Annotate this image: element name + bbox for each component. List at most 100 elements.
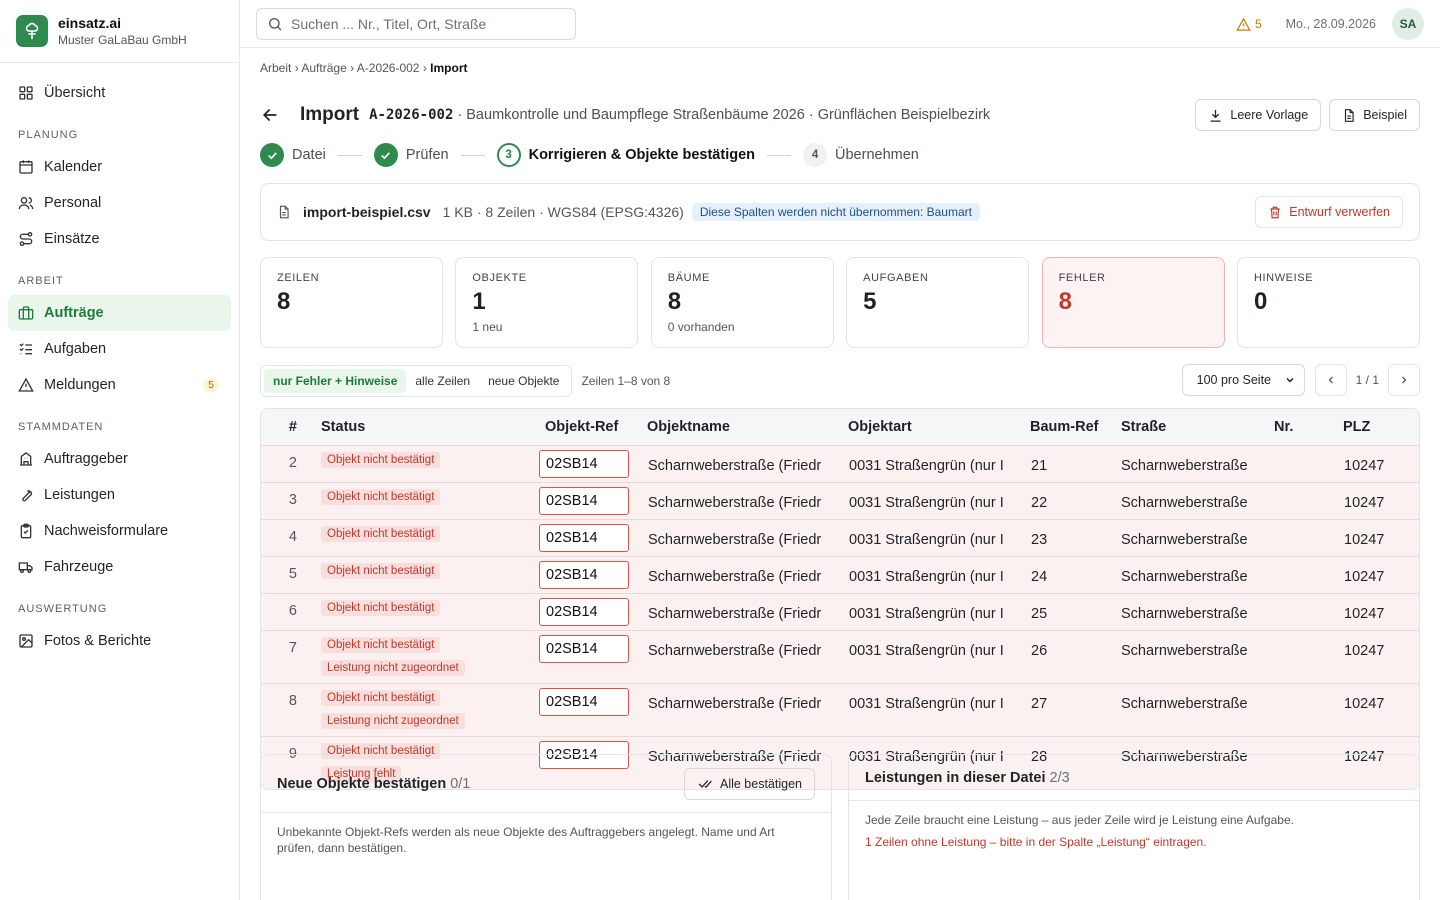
order-ref: A-2026-002 — [369, 107, 454, 123]
col-header-name[interactable]: Objektname — [641, 409, 842, 445]
object-name-cell: Scharnweberstraße (Friedr — [641, 481, 842, 519]
sidebar-item-clients[interactable]: Auftraggeber — [8, 441, 231, 477]
tree-logo-icon — [16, 15, 48, 47]
warnings-indicator[interactable]: 5 — [1236, 17, 1262, 32]
next-page-button[interactable] — [1388, 364, 1420, 396]
stat-errors: FEHLER 8 — [1041, 257, 1225, 348]
rows-info: Zeilen 1–8 von 8 — [581, 374, 671, 388]
wrench-icon — [18, 487, 33, 502]
step-number: 3 — [496, 143, 521, 167]
breadcrumb-work[interactable]: Arbeit — [260, 61, 291, 75]
plz-cell: 10247 — [1343, 444, 1419, 482]
sidebar-item-overview[interactable]: Übersicht — [8, 75, 231, 111]
breadcrumb-orders[interactable]: Aufträge — [301, 61, 346, 75]
empty-template-button[interactable]: Leere Vorlage — [1195, 99, 1322, 131]
stat-sub: 1 neu — [472, 320, 503, 334]
tree-ref-cell: 24 — [1024, 555, 1119, 593]
status-badge: Objekt nicht bestätigt — [321, 525, 441, 542]
panel-title: Neue Objekte bestätigen — [277, 775, 447, 792]
breadcrumb-separator: › — [350, 61, 355, 75]
table-row[interactable]: 7 Objekt nicht bestätigt Leistung nicht zu… — [261, 629, 1419, 683]
brand[interactable]: einsatz.ai Muster GaLaBau GmbH — [0, 0, 239, 63]
chevron-down-icon — [1286, 377, 1294, 383]
stat-rows: ZEILEN 8 — [260, 257, 443, 348]
object-name-cell: Scharnweberstraße (Friedr — [641, 682, 842, 736]
sidebar-item-orders[interactable]: Aufträge — [8, 295, 231, 331]
street-cell: Scharnweberstraße — [1119, 518, 1272, 556]
status-badge: Leistung nicht zugeordnet — [321, 712, 465, 729]
object-ref-input[interactable] — [539, 486, 629, 515]
row-number: 7 — [261, 629, 313, 683]
avatar[interactable]: SA — [1392, 8, 1424, 40]
step-label: Übernehmen — [835, 147, 919, 163]
table-row[interactable]: 8 Objekt nicht bestätigt Leistung nicht zu… — [261, 682, 1419, 736]
sidebar-item-calendar[interactable]: Kalender — [8, 149, 231, 185]
example-label: Beispiel — [1363, 108, 1407, 122]
building-icon — [20, 452, 32, 466]
sidebar-item-label: Fahrzeuge — [44, 559, 114, 575]
search-input[interactable] — [291, 15, 561, 32]
table-row[interactable]: 2 Objekt nicht bestätigt Scharnweberstraße… — [261, 444, 1419, 482]
col-header-plz[interactable]: PLZ — [1343, 409, 1419, 445]
bottom-panels: Neue Objekte bestätigen 0/1 Alle bestäti… — [260, 754, 1420, 900]
sidebar-item-deployments[interactable]: Einsätze — [8, 221, 231, 257]
sidebar-item-services[interactable]: Leistungen — [8, 477, 231, 513]
object-ref-input[interactable] — [539, 449, 629, 478]
col-header-nr[interactable]: Nr. — [1272, 409, 1343, 445]
object-ref-input[interactable] — [539, 687, 629, 716]
stat-value: 0 — [1253, 288, 1268, 315]
stat-hints: HINWEISE 0 — [1236, 257, 1420, 348]
sidebar-item-reports[interactable]: Meldungen 5 — [8, 367, 231, 403]
nav-section-eval: AUSWERTUNG — [18, 603, 108, 615]
step-file[interactable]: Datei — [260, 143, 326, 167]
breadcrumb-current: Import — [430, 61, 468, 75]
table-row[interactable]: 5 Objekt nicht bestätigt Scharnweberstraße… — [261, 555, 1419, 593]
col-header-status[interactable]: Status — [313, 409, 539, 445]
col-header-type[interactable]: Objektart — [842, 409, 1024, 445]
breadcrumb-order[interactable]: A-2026-002 — [357, 61, 420, 75]
discard-draft-button[interactable]: Entwurf verwerfen — [1255, 196, 1403, 228]
warning-icon — [18, 377, 34, 392]
object-ref-input[interactable] — [539, 597, 629, 626]
object-ref-input[interactable] — [539, 523, 629, 552]
col-header-ref[interactable]: Objekt-Ref — [539, 409, 641, 445]
col-header-street[interactable]: Straße — [1119, 409, 1272, 445]
back-arrow-icon[interactable] — [260, 105, 280, 125]
filter-new-objects[interactable]: neue Objekte — [479, 369, 568, 393]
col-header-tree[interactable]: Baum-Ref — [1024, 409, 1119, 445]
example-button[interactable]: Beispiel — [1329, 99, 1420, 131]
stat-objects: OBJEKTE 1 1 neu — [455, 257, 639, 348]
filter-errors-hints[interactable]: nur Fehler + Hinweise — [264, 369, 407, 393]
object-type-cell: 0031 Straßengrün (nur I — [842, 592, 1024, 630]
sidebar-item-label: Einsätze — [44, 231, 100, 247]
search-box[interactable] — [256, 7, 576, 40]
sidebar: einsatz.ai Muster GaLaBau GmbH Übersicht… — [0, 0, 240, 900]
brand-company: Muster GaLaBau GmbH — [58, 33, 187, 47]
step-correct[interactable]: 3 Korrigieren & Objekte bestätigen — [496, 143, 756, 167]
step-apply[interactable]: 4 Übernehmen — [803, 143, 919, 167]
per-page-select[interactable]: 100 pro Seite — [1181, 364, 1305, 396]
confirm-all-button[interactable]: Alle bestätigen — [683, 768, 815, 800]
breadcrumb: Arbeit › Aufträge › A-2026-002 › Import — [260, 61, 1420, 75]
stat-value: 5 — [863, 288, 877, 315]
table-row[interactable]: 6 Objekt nicht bestätigt Scharnweberstraße… — [261, 592, 1419, 630]
stat-sub: 0 vorhanden — [667, 320, 735, 334]
object-ref-input[interactable] — [539, 634, 629, 663]
sidebar-item-forms[interactable]: Nachweisformulare — [8, 513, 231, 549]
sidebar-item-tasks[interactable]: Aufgaben — [8, 331, 231, 367]
step-label: Korrigieren & Objekte bestätigen — [528, 147, 756, 163]
filter-row: nur Fehler + Hinweise alle Zeilen neue O… — [260, 364, 1420, 398]
table-row[interactable]: 4 Objekt nicht bestätigt Scharnweberstraße… — [261, 518, 1419, 556]
step-check[interactable]: Prüfen — [373, 143, 449, 167]
file-icon — [1345, 108, 1354, 122]
filter-all-rows[interactable]: alle Zeilen — [406, 369, 479, 393]
object-ref-input[interactable] — [539, 560, 629, 589]
house-nr-cell — [1272, 555, 1343, 593]
panel-error: 1 Zeilen ohne Leistung – bitte in der Sp… — [865, 834, 1207, 849]
street-cell: Scharnweberstraße — [1119, 682, 1272, 736]
prev-page-button[interactable] — [1314, 364, 1347, 396]
sidebar-item-photos[interactable]: Fotos & Berichte — [8, 623, 231, 659]
sidebar-item-vehicles[interactable]: Fahrzeuge — [8, 549, 231, 585]
sidebar-item-staff[interactable]: Personal — [8, 185, 231, 221]
table-row[interactable]: 3 Objekt nicht bestätigt Scharnweberstraße… — [261, 481, 1419, 519]
